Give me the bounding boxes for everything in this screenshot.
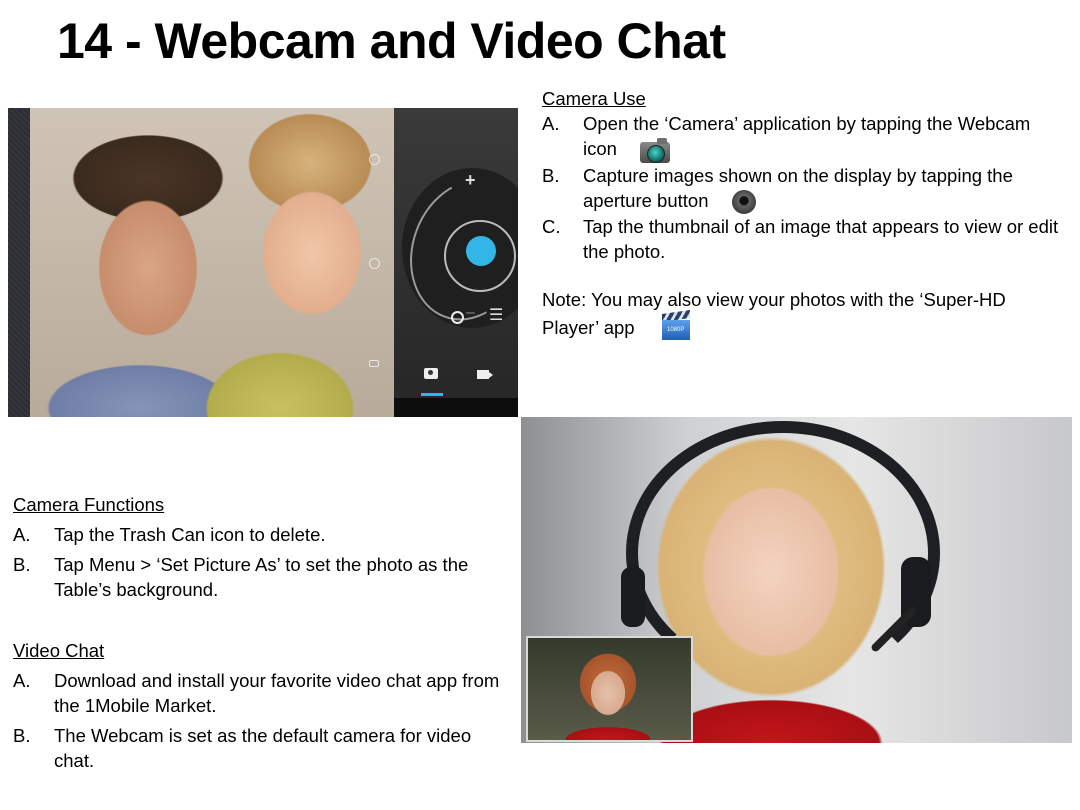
list-item: A. Tap the Trash Can icon to delete. xyxy=(13,522,503,547)
zoom-slider-knob xyxy=(451,311,464,324)
list-text: Tap Menu > ‘Set Picture As’ to set the p… xyxy=(54,554,469,600)
list-item: A. Open the ‘Camera’ application by tapp… xyxy=(542,111,1062,164)
page-title: 14 - Webcam and Video Chat xyxy=(57,13,726,69)
video-chat-heading: Video Chat xyxy=(13,640,105,661)
switch-camera-icon xyxy=(369,154,380,165)
list-text: Download and install your favorite video… xyxy=(54,670,500,716)
video-chat-section: Video Chat A. Download and install your … xyxy=(13,638,503,773)
list-letter: B. xyxy=(542,165,560,187)
camera-functions-heading: Camera Functions xyxy=(13,494,165,515)
camera-use-heading: Camera Use xyxy=(542,88,646,109)
list-text: Tap the thumbnail of an image that appea… xyxy=(583,216,1059,263)
list-item: B. Tap Menu > ‘Set Picture As’ to set th… xyxy=(13,552,503,602)
list-item: B. Capture images shown on the display b… xyxy=(542,163,1062,215)
camera-functions-list: A. Tap the Trash Can icon to delete. B. … xyxy=(13,522,503,602)
camera-app-screenshot: + – ☰ xyxy=(8,108,518,417)
video-chat-list: A. Download and install your favorite vi… xyxy=(13,668,503,773)
headset-earcup-left xyxy=(621,567,645,627)
zoom-out-icon: – xyxy=(466,304,475,321)
camera-functions-section: Camera Functions A. Tap the Trash Can ic… xyxy=(13,492,503,602)
list-letter: B. xyxy=(13,725,31,746)
list-text: Tap the Trash Can icon to delete. xyxy=(54,524,326,545)
list-letter: C. xyxy=(542,216,561,238)
self-view-inset xyxy=(526,636,693,742)
list-letter: A. xyxy=(13,524,31,545)
settings-sliders-icon: ☰ xyxy=(489,307,504,324)
list-text: Capture images shown on the display by t… xyxy=(583,165,1013,212)
camera-preview-photo xyxy=(30,108,394,417)
video-chat-photo xyxy=(521,417,1072,743)
shutter-button xyxy=(466,236,496,266)
camera-app-icon xyxy=(640,137,671,164)
note-text: Note: You may also view your photos with… xyxy=(542,289,1006,338)
video-mode-icon xyxy=(477,370,489,379)
tablet-bezel xyxy=(8,108,30,417)
active-mode-indicator xyxy=(421,393,443,396)
super-hd-player-icon: 1080P xyxy=(661,310,690,340)
camera-control-panel: + – ☰ xyxy=(390,108,518,417)
list-item: B. The Webcam is set as the default came… xyxy=(13,723,503,773)
camera-use-section: Camera Use A. Open the ‘Camera’ applicat… xyxy=(542,86,1062,264)
exposure-icon xyxy=(369,360,379,367)
list-item: C. Tap the thumbnail of an image that ap… xyxy=(542,214,1062,264)
note-paragraph: Note: You may also view your photos with… xyxy=(542,287,1062,340)
list-text: The Webcam is set as the default camera … xyxy=(54,725,472,771)
zoom-in-icon: + xyxy=(465,170,476,190)
list-letter: B. xyxy=(13,554,31,575)
photo-mode-icon xyxy=(424,368,438,379)
camera-use-list: A. Open the ‘Camera’ application by tapp… xyxy=(542,111,1062,264)
aperture-button-icon xyxy=(731,190,756,215)
list-letter: A. xyxy=(13,670,31,691)
flash-icon xyxy=(369,258,380,269)
system-nav-bar xyxy=(394,398,518,417)
list-letter: A. xyxy=(542,113,560,134)
list-item: A. Download and install your favorite vi… xyxy=(13,668,503,718)
